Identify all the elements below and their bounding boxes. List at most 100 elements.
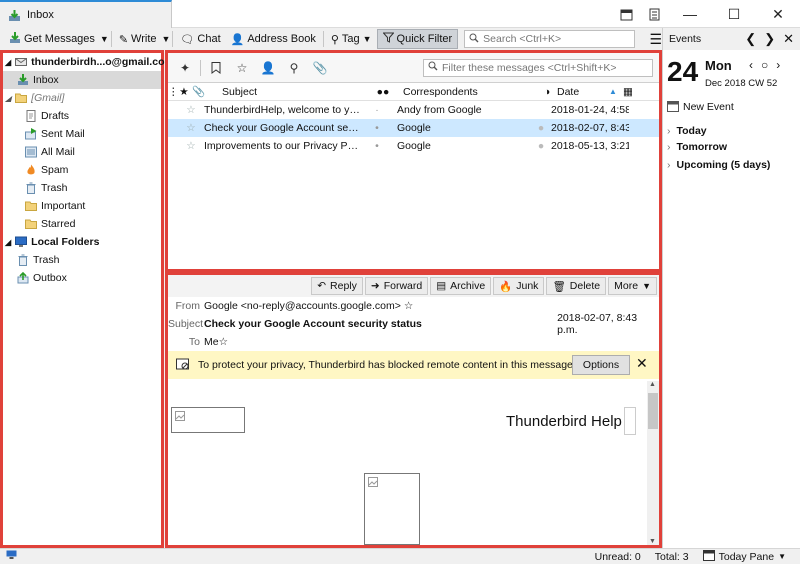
today-pane-label: Today Pane [718,550,775,563]
folder-inbox[interactable]: Inbox [3,71,161,89]
message-subject: Check your Google Account securi... [204,122,363,134]
unread-bookmark-icon[interactable] [203,57,229,79]
column-picker-icon[interactable]: ▦ [623,86,637,98]
folder-label: Spam [41,164,69,176]
sticky-pin-icon[interactable]: ✦ [172,57,198,79]
write-dropdown-icon[interactable]: ▼ [162,34,171,44]
folder-label: Outbox [33,272,67,284]
quick-filter-button[interactable]: Quick Filter [376,29,459,49]
new-event-icon [667,100,679,115]
message-row[interactable]: ☆ Improvements to our Privacy Polic... •… [168,137,659,155]
scroll-down-icon[interactable]: ▼ [649,538,656,545]
new-event-button[interactable]: New Event [667,98,734,116]
attachment-column-icon[interactable]: 📎 [192,85,206,98]
next-icon[interactable]: › [776,58,780,72]
message-scrollbar[interactable]: ▲ ▼ [647,381,659,545]
contact-filter-icon[interactable]: 👤 [255,57,281,79]
chat-button[interactable]: 🗨 Chat [175,29,225,49]
delete-button[interactable]: 🗑 Delete [546,277,607,295]
star-column-icon[interactable]: ★ [176,86,192,98]
folder-gmail[interactable]: ◢ [Gmail] [3,89,161,107]
address-book-button[interactable]: 👤 Address Book [226,29,321,49]
read-column-icon[interactable]: ◑ [539,86,555,98]
message-date: 2018-05-13, 3:21 ... [551,140,629,152]
maximize-icon[interactable]: ☐ [712,0,756,28]
get-messages-dropdown-icon[interactable]: ▼ [100,34,109,44]
subject-header: Subject Check your Google Account securi… [168,312,659,336]
from-value[interactable]: Google <no-reply@accounts.google.com> [204,300,401,312]
tag-button[interactable]: ⚲ Tag ▼ [326,29,377,49]
folder-outbox[interactable]: Outbox [3,269,161,287]
title-bar: Inbox — ☐ ✕ [0,0,800,28]
starred-filter-icon[interactable]: ☆ [229,57,255,79]
scroll-thumb[interactable] [648,393,658,429]
folder-spam[interactable]: Spam [3,161,161,179]
to-value[interactable]: Me [204,336,219,348]
folder-account[interactable]: ◢ thunderbirdh...o@gmail.com [3,53,174,71]
event-group-tomorrow[interactable]: › Tomorrow [667,138,727,156]
scroll-up-icon[interactable]: ▲ [649,381,656,388]
folder-sent-mail[interactable]: Sent Mail [3,125,161,143]
read-status-icon[interactable]: ● [533,140,549,152]
options-button[interactable]: Options [572,355,630,375]
online-status-icon[interactable] [6,550,17,563]
reply-button[interactable]: ↶ Reply [311,277,363,295]
more-button[interactable]: More ▼ [608,277,657,295]
tasks-tab-icon[interactable] [640,0,668,28]
folder-starred[interactable]: Starred [3,215,161,233]
tag-filter-icon[interactable]: ⚲ [281,57,307,79]
get-messages-button[interactable]: Get Messages [4,29,100,49]
junk-button[interactable]: 🔥 Junk [493,277,545,295]
close-pane-icon[interactable]: ✕ [783,31,794,47]
star-icon[interactable]: ☆ [182,140,200,152]
close-icon[interactable]: ✕ [756,0,800,28]
thread-dots-column-icon[interactable]: ●● [369,86,397,98]
read-status-icon[interactable]: ● [533,122,549,134]
blocked-image-icon [171,407,245,433]
previous-icon[interactable]: ‹ [749,58,753,72]
today-pane-toggle[interactable]: Today Pane ▼ [702,549,786,564]
star-icon[interactable]: ☆ [182,122,200,134]
folder-drafts[interactable]: Drafts [3,107,161,125]
attachment-filter-icon[interactable]: 📎 [307,57,333,79]
global-search-input[interactable]: Search <Ctrl+K> [464,30,636,48]
next-day-icon[interactable]: ❯ [764,31,775,47]
forward-button[interactable]: ➜ Forward [364,277,429,295]
event-group-upcoming[interactable]: › Upcoming (5 days) [667,156,770,174]
mail-account-icon [15,56,28,68]
subject-column[interactable]: Subject [206,86,369,98]
chevron-right-icon: › [667,159,671,171]
message-row[interactable]: ☆ Check your Google Account securi... • … [168,119,659,137]
folder-trash[interactable]: Trash [3,179,161,197]
archive-button[interactable]: ▤ Archive [430,277,492,295]
correspondents-column[interactable]: Correspondents [397,86,539,98]
add-contact-star-icon[interactable]: ☆ [219,336,228,348]
folder-all-mail[interactable]: All Mail [3,143,161,161]
calendar-tab-icon[interactable] [612,0,640,28]
folder-local-trash[interactable]: Trash [3,251,161,269]
folder-label: All Mail [41,146,75,158]
previous-day-icon[interactable]: ❮ [745,31,756,47]
add-contact-star-icon[interactable]: ☆ [404,300,413,312]
app-menu-icon[interactable]: ☰ [649,31,662,48]
status-dot-icon: · [375,104,379,116]
star-icon[interactable]: ☆ [182,104,200,116]
folder-icon [15,92,28,104]
subject-value: Check your Google Account security statu… [204,318,422,330]
folder-important[interactable]: Important [3,197,161,215]
minimize-icon[interactable]: — [668,0,712,28]
folder-label: Trash [41,182,68,194]
search-icon [469,33,479,46]
write-button[interactable]: ✎ Write [114,29,162,49]
folder-label: Sent Mail [41,128,85,140]
close-notice-icon[interactable]: ✕ [636,355,648,372]
filter-messages-input[interactable]: Filter these messages <Ctrl+Shift+K> [423,58,653,77]
today-circle-icon[interactable]: ○ [761,58,768,72]
date-column[interactable]: Date [555,86,609,98]
folder-local-folders[interactable]: ◢ Local Folders [3,233,161,251]
message-row[interactable]: ☆ ThunderbirdHelp, welcome to your... · … [168,101,659,119]
tab-inbox[interactable]: Inbox [0,0,172,28]
to-label: To [188,336,200,348]
thread-column-icon[interactable]: ⋮ [168,86,179,98]
message-pane: ↶ Reply ➜ Forward ▤ Archive 🔥 Junk 🗑 Del… [165,272,662,548]
